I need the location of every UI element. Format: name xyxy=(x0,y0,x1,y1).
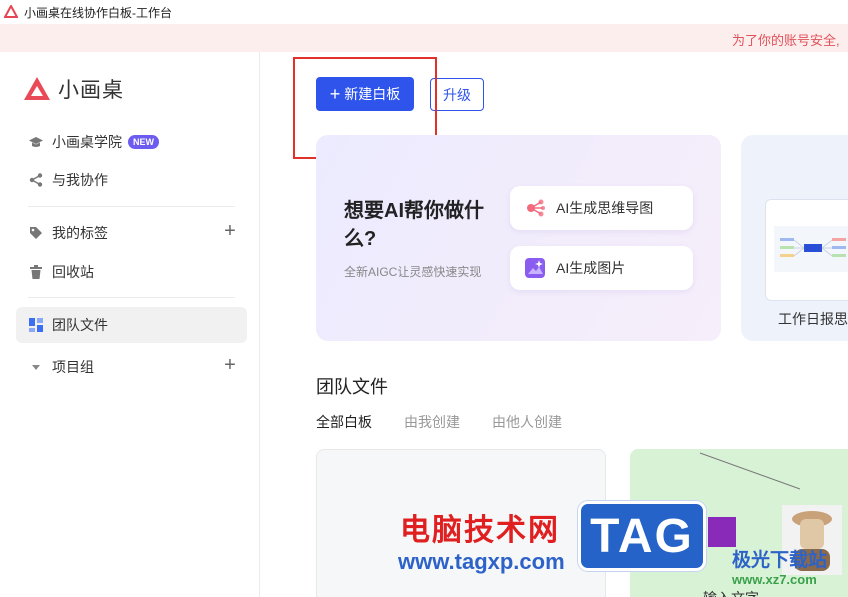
brand-logo[interactable]: 小画桌 xyxy=(22,74,124,104)
tab-created-by-others[interactable]: 由他人创建 xyxy=(492,412,562,432)
tab-created-by-me[interactable]: 由我创建 xyxy=(404,412,460,432)
sidebar-item-trash[interactable]: 回收站 xyxy=(16,254,247,290)
new-badge: NEW xyxy=(128,135,159,149)
sidebar-divider xyxy=(28,297,235,298)
sidebar-item-team-files[interactable]: 团队文件 xyxy=(16,307,247,343)
team-files-heading: 团队文件 xyxy=(316,377,388,397)
ai-promo-title: 想要AI帮你做什么? xyxy=(344,200,484,250)
trash-icon xyxy=(28,264,44,280)
brand-logo-icon xyxy=(24,77,50,100)
sidebar-item-label: 我的标签 xyxy=(52,225,108,241)
caret-down-icon[interactable] xyxy=(28,359,44,375)
share-icon xyxy=(28,172,44,188)
sidebar-item-label: 小画桌学院 xyxy=(52,134,122,150)
ai-promo-card: 想要AI帮你做什么? 全新AIGC让灵感快速实现 AI生成思维导图 AI生成图片 xyxy=(316,135,721,341)
watermark-site-url: www.xz7.com xyxy=(732,572,817,587)
template-card-label: 工作日报思 xyxy=(778,311,848,327)
add-project-group-plus-icon[interactable]: + xyxy=(221,355,239,375)
watermark-site-name: 极光下载站 xyxy=(732,550,828,571)
sidebar-item-my-tags[interactable]: 我的标签 + xyxy=(16,215,247,251)
watermark-url: www.tagxp.com xyxy=(398,549,565,574)
sidebar-item-label: 项目组 xyxy=(52,359,94,375)
template-thumbnail-diagram xyxy=(774,226,848,272)
security-banner-text: 为了你的账号安全, xyxy=(732,33,840,48)
ai-image-button[interactable]: AI生成图片 xyxy=(510,246,693,290)
ai-promo-subtitle: 全新AIGC让灵感快速实现 xyxy=(344,265,482,279)
sidebar-item-label: 回收站 xyxy=(52,264,94,280)
window-titlebar: 小画桌在线协作白板-工作台 xyxy=(0,0,848,24)
sidebar-item-label: 团队文件 xyxy=(52,317,108,333)
window-title: 小画桌在线协作白板-工作台 xyxy=(24,5,172,20)
security-banner: 为了你的账号安全, xyxy=(0,24,848,52)
app-logo-icon xyxy=(4,5,18,18)
file-card-label: 输入文字 xyxy=(703,588,759,597)
purple-shape xyxy=(708,517,736,547)
sidebar-item-project-groups[interactable]: 项目组 + xyxy=(16,349,247,385)
upgrade-button[interactable]: 升级 xyxy=(430,78,484,111)
sidebar: 小画桌 小画桌学院 NEW 与我协作 我的标签 + 回收站 团队文件 项目组 + xyxy=(0,52,260,597)
watermark-brand-text: 电脑技术网 xyxy=(400,514,560,547)
ai-mindmap-button[interactable]: AI生成思维导图 xyxy=(510,186,693,230)
sidebar-item-shared-with-me[interactable]: 与我协作 xyxy=(16,162,247,198)
brand-logo-text: 小画桌 xyxy=(58,79,124,102)
mindmap-icon xyxy=(527,199,545,217)
ai-image-label: AI生成图片 xyxy=(556,260,626,276)
tab-all-boards[interactable]: 全部白板 xyxy=(316,412,372,432)
team-files-grid-icon xyxy=(28,317,44,333)
tag-icon xyxy=(28,225,44,241)
image-generate-icon xyxy=(525,258,545,278)
sidebar-item-academy[interactable]: 小画桌学院 NEW xyxy=(16,124,247,160)
sidebar-divider xyxy=(28,206,235,207)
template-card-daily-report[interactable]: 工作日报思 xyxy=(741,135,848,341)
add-tag-plus-icon[interactable]: + xyxy=(221,221,239,241)
template-thumbnail xyxy=(765,199,848,301)
graduation-cap-icon xyxy=(28,134,44,150)
ai-mindmap-label: AI生成思维导图 xyxy=(556,200,654,216)
sidebar-item-label: 与我协作 xyxy=(52,172,108,188)
watermark-tag-logo: TAG xyxy=(578,501,706,571)
